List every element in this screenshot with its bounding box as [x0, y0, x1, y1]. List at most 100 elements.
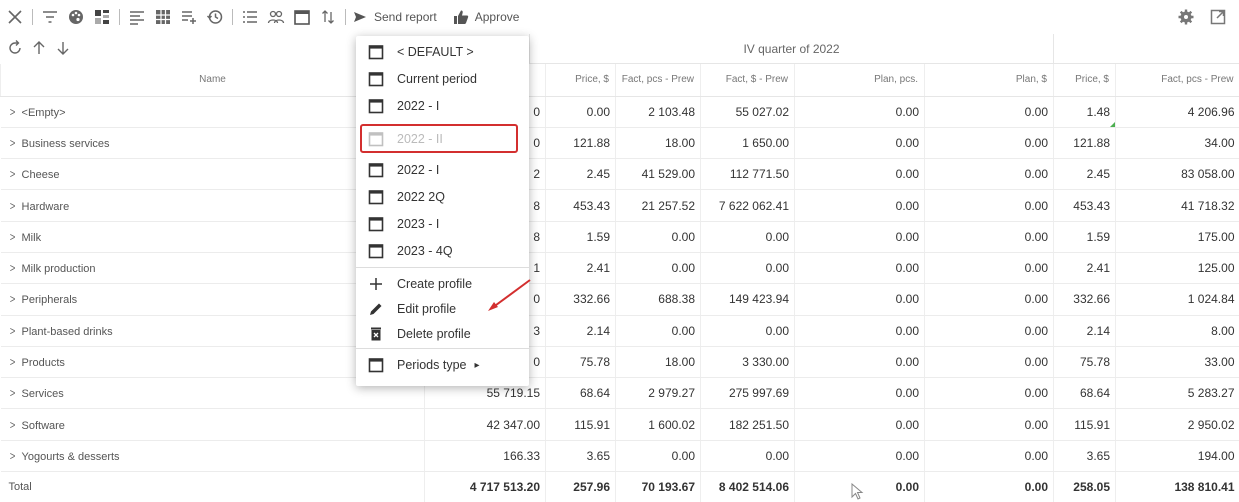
- value-cell[interactable]: 0.00: [924, 346, 1054, 379]
- value-cell[interactable]: 0.00: [700, 440, 795, 473]
- column-header[interactable]: Price, $: [1053, 64, 1116, 97]
- column-header[interactable]: Fact, pcs - Prew: [1115, 64, 1239, 97]
- menu-item[interactable]: < DEFAULT >: [356, 38, 529, 66]
- table-row[interactable]: > Software 42 347.00 115.91 1 600.02 182 251.…: [0, 408, 1239, 441]
- value-cell[interactable]: 41 718.32: [1115, 189, 1239, 222]
- value-cell[interactable]: 0.00: [615, 252, 701, 285]
- expand-chevron-icon[interactable]: >: [9, 167, 15, 181]
- value-cell[interactable]: 0.00: [924, 283, 1054, 316]
- value-cell[interactable]: 149 423.94: [700, 283, 795, 316]
- expand-chevron-icon[interactable]: >: [9, 230, 15, 244]
- value-cell[interactable]: 1.48: [1053, 96, 1116, 128]
- grid-layout-icon[interactable]: [91, 6, 113, 28]
- value-cell[interactable]: 1.59: [1053, 221, 1116, 253]
- refresh-icon[interactable]: [4, 37, 26, 59]
- list-icon[interactable]: [239, 6, 261, 28]
- value-cell[interactable]: 688.38: [615, 283, 701, 316]
- arrow-up-icon[interactable]: [28, 37, 50, 59]
- value-cell[interactable]: 0.00: [794, 189, 925, 222]
- close-icon[interactable]: [4, 6, 26, 28]
- menu-item[interactable]: Current period: [356, 65, 529, 93]
- value-cell[interactable]: 68.64: [1053, 377, 1116, 410]
- table-row[interactable]: > Hardware 8 453.43 21 257.52 7 622 062.41 0.0…: [0, 189, 1239, 222]
- value-cell[interactable]: 2 103.48: [615, 96, 701, 128]
- value-cell[interactable]: 0.00: [924, 96, 1054, 128]
- table-row[interactable]: > Yogourts & desserts 166.33 3.65 0.00 0.00 0.…: [0, 440, 1239, 473]
- value-cell[interactable]: 3.65: [1053, 440, 1116, 473]
- menu-item[interactable]: 2022 2Q: [356, 183, 529, 211]
- value-cell[interactable]: 182 251.50: [700, 408, 795, 441]
- value-cell[interactable]: 0.00: [794, 315, 925, 347]
- menu-item[interactable]: 2022 - I: [356, 92, 529, 120]
- send-report-button[interactable]: Send report: [352, 9, 437, 25]
- expand-chevron-icon[interactable]: >: [9, 105, 15, 119]
- value-cell[interactable]: 332.66: [1053, 283, 1116, 316]
- column-header[interactable]: Plan, pcs.: [794, 64, 925, 97]
- value-cell[interactable]: 4 206.96: [1115, 96, 1239, 128]
- value-cell[interactable]: 0.00: [794, 408, 925, 441]
- column-header[interactable]: Plan, $: [924, 64, 1054, 97]
- align-left-icon[interactable]: [126, 6, 148, 28]
- value-cell[interactable]: 75.78: [545, 346, 616, 379]
- value-cell[interactable]: 115.91: [1053, 408, 1116, 441]
- value-cell[interactable]: 0.00: [924, 158, 1054, 191]
- menu-item[interactable]: Create profile: [356, 270, 529, 298]
- expand-chevron-icon[interactable]: >: [9, 136, 15, 150]
- value-cell[interactable]: 5 283.27: [1115, 377, 1239, 410]
- value-cell[interactable]: 2.41: [1053, 252, 1116, 285]
- menu-item[interactable]: 2023 - I: [356, 210, 529, 238]
- value-cell[interactable]: 83 058.00: [1115, 158, 1239, 191]
- value-cell[interactable]: 0.00: [794, 127, 925, 160]
- expand-chevron-icon[interactable]: >: [9, 324, 15, 338]
- value-cell[interactable]: 0.00: [794, 252, 925, 285]
- menu-item[interactable]: 2023 - 4Q: [356, 237, 529, 265]
- value-cell[interactable]: 1 024.84: [1115, 283, 1239, 316]
- value-cell[interactable]: 0.00: [794, 377, 925, 410]
- menu-item[interactable]: 2022 - II: [356, 125, 529, 153]
- approve-button[interactable]: Approve: [453, 9, 519, 25]
- value-cell[interactable]: 18.00: [615, 127, 701, 160]
- value-cell[interactable]: 0.00: [615, 440, 701, 473]
- table-row[interactable]: > <Empty> 0 0.00 2 103.48 55 027.02 0.00 0.00 1.…: [0, 96, 1239, 128]
- value-cell[interactable]: 0.00: [924, 440, 1054, 473]
- value-cell[interactable]: 0.00: [700, 252, 795, 285]
- value-cell[interactable]: 1.59: [545, 221, 616, 253]
- value-cell[interactable]: 453.43: [1053, 189, 1116, 222]
- value-cell[interactable]: 0.00: [924, 221, 1054, 253]
- value-cell[interactable]: 68.64: [545, 377, 616, 410]
- table-row[interactable]: > Milk production 1 2.41 0.00 0.00 0.00 0.00 2.4…: [0, 252, 1239, 285]
- calendar-icon[interactable]: [291, 6, 313, 28]
- value-cell[interactable]: 34.00: [1115, 127, 1239, 160]
- table-row[interactable]: > Products 0 75.78 18.00 3 330.00 0.00 0.00 75.7…: [0, 346, 1239, 379]
- users-icon[interactable]: [265, 6, 287, 28]
- column-header[interactable]: Fact, $ - Prew: [700, 64, 795, 97]
- value-cell[interactable]: 55 027.02: [700, 96, 795, 128]
- value-cell[interactable]: 112 771.50: [700, 158, 795, 191]
- row-name-cell[interactable]: > Software: [0, 408, 425, 441]
- add-row-icon[interactable]: [178, 6, 200, 28]
- arrow-down-icon[interactable]: [52, 37, 74, 59]
- value-cell[interactable]: 41 529.00: [615, 158, 701, 191]
- column-header[interactable]: Price, $: [545, 64, 616, 97]
- value-cell[interactable]: 121.88: [1053, 127, 1116, 160]
- table-row[interactable]: > Peripherals 0 332.66 688.38 149 423.94 0.00 0…: [0, 283, 1239, 316]
- value-cell[interactable]: 453.43: [545, 189, 616, 222]
- value-cell[interactable]: 2.45: [545, 158, 616, 191]
- value-cell[interactable]: 0.00: [545, 96, 616, 128]
- value-cell[interactable]: 0.00: [700, 315, 795, 347]
- table-row[interactable]: > Cheese 2 2.45 41 529.00 112 771.50 0.00 0.00 2…: [0, 158, 1239, 191]
- expand-chevron-icon[interactable]: >: [9, 261, 15, 275]
- table-icon[interactable]: [152, 6, 174, 28]
- sort-swap-icon[interactable]: [317, 6, 339, 28]
- value-cell[interactable]: 18.00: [615, 346, 701, 379]
- expand-chevron-icon[interactable]: >: [9, 292, 15, 306]
- value-cell[interactable]: 166.33: [424, 440, 546, 473]
- value-cell[interactable]: 21 257.52: [615, 189, 701, 222]
- value-cell[interactable]: 121.88: [545, 127, 616, 160]
- value-cell[interactable]: 8.00: [1115, 315, 1239, 347]
- value-cell[interactable]: 0.00: [794, 96, 925, 128]
- menu-item[interactable]: Delete profile: [356, 320, 529, 348]
- value-cell[interactable]: 2.14: [545, 315, 616, 347]
- expand-chevron-icon[interactable]: >: [9, 418, 15, 432]
- value-cell[interactable]: 0.00: [794, 158, 925, 191]
